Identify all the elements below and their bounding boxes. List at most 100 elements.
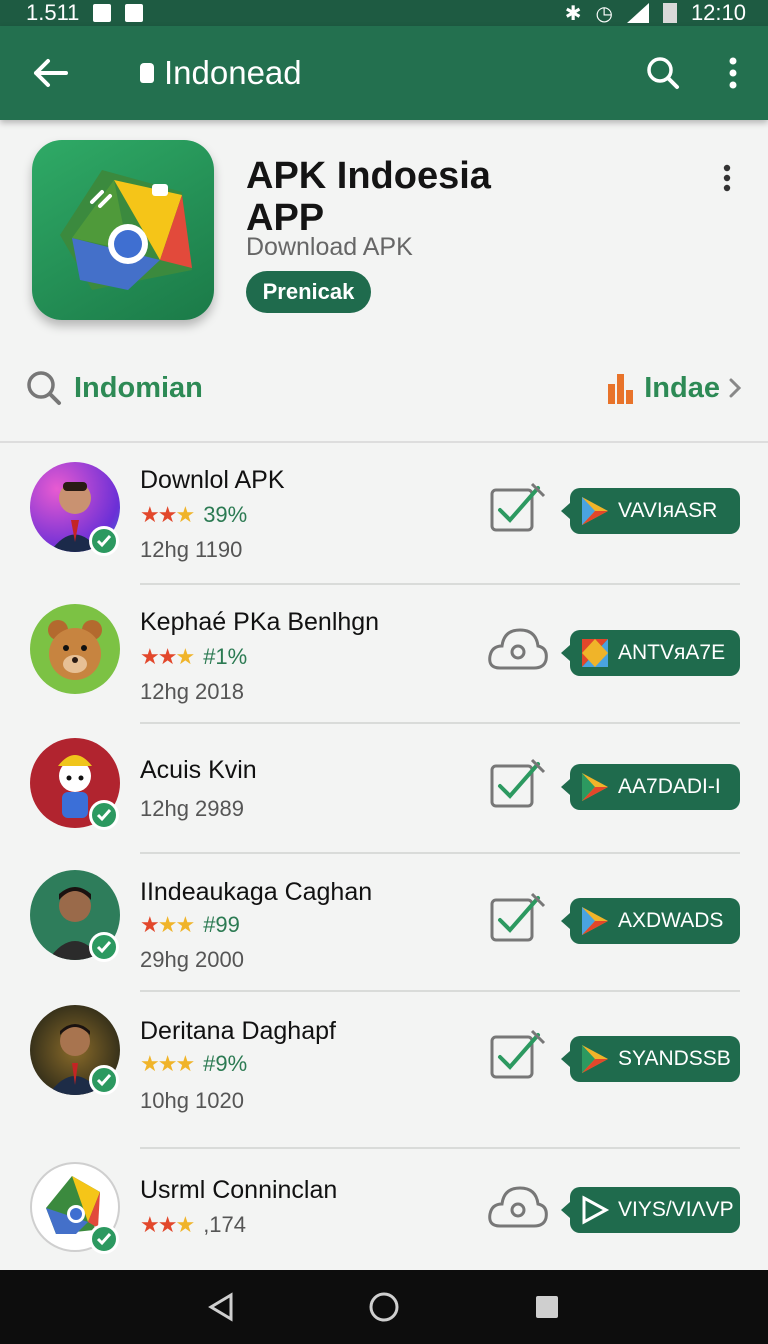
install-button[interactable]: ANTVᴙA7E: [561, 630, 740, 676]
item-name: Kephaé PKa Benlhgn: [140, 608, 380, 636]
row-divider: [140, 852, 740, 854]
install-label: AXDWADS: [618, 909, 724, 932]
app-name: APK Indoesia APP: [246, 155, 491, 239]
filter-label: Indae: [644, 371, 720, 404]
verified-badge-icon: [89, 800, 119, 830]
nav-home-button[interactable]: [354, 1277, 414, 1337]
item-name: Usrml Conninclan: [140, 1176, 338, 1204]
install-label: VAVIᴙASR: [618, 499, 718, 522]
item-name: IIndeaukaga Caghan: [140, 878, 373, 906]
system-nav-bar: [0, 1270, 768, 1344]
colorful-logo-icon: [582, 639, 608, 667]
list-item[interactable]: Usrml Conninclan ★★★ ,174 VIYS/VIɅVP: [0, 1162, 768, 1258]
list-item[interactable]: Deritana Daghapf ★★★ #9% 10hg 1020 SYANDS…: [0, 1005, 768, 1149]
row-divider: [140, 1147, 740, 1149]
item-meta: 12hg 1190: [140, 537, 243, 562]
alarm-icon: ◷: [595, 2, 613, 25]
list-item[interactable]: Downlol APK ★★★ 39% 12hg 1190 VAVIᴙASR: [0, 462, 768, 585]
square-recents-icon: [535, 1296, 558, 1318]
item-rating: ★★★ ,174: [140, 1212, 247, 1237]
install-label: ANTVᴙA7E: [618, 641, 726, 664]
stars-icon: ★★★: [140, 912, 195, 937]
item-meta: 10hg 1020: [140, 1088, 244, 1113]
battery-icon: [662, 3, 677, 23]
verified-badge-icon: [89, 932, 119, 962]
install-button[interactable]: SYANDSSB: [561, 1036, 740, 1082]
install-button[interactable]: AXDWADS: [561, 898, 740, 944]
item-rating: ★★★ #99: [140, 912, 240, 937]
item-rating: ★★★ #1%: [140, 644, 248, 669]
filter-link[interactable]: Indae: [606, 370, 742, 406]
play-store-icon: [582, 1045, 608, 1073]
install-button[interactable]: AA7DADI-I: [561, 764, 740, 810]
more-vert-icon: [729, 57, 737, 89]
stars-icon: ★★★: [140, 1212, 195, 1237]
list-item[interactable]: IIndeaukaga Caghan ★★★ #99 29hg 2000 AXDW…: [0, 870, 768, 992]
item-rating: ★★★ 39%: [140, 502, 248, 527]
verified-badge-icon: [89, 1224, 119, 1254]
cloud-icon[interactable]: [486, 1180, 550, 1236]
nav-recents-button[interactable]: [517, 1277, 577, 1337]
play-store-icon: [582, 773, 608, 801]
play-store-icon: [582, 907, 608, 935]
search-row: Indomian Indae: [0, 355, 768, 421]
play-store-icon: [582, 497, 608, 525]
checkbox-icon[interactable]: [486, 890, 550, 946]
list-item[interactable]: Kephaé PKa Benlhgn ★★★ #1% 12hg 2018 ANTV…: [0, 604, 768, 724]
cloud-icon[interactable]: [486, 622, 550, 678]
row-divider: [140, 990, 740, 992]
row-divider: [140, 583, 740, 585]
list-item[interactable]: Acuis Kvin 12hg 2989 AA7DADI-I: [0, 738, 768, 854]
search-field[interactable]: Indomian: [26, 370, 203, 406]
install-button[interactable]: VIYS/VIɅVP: [561, 1187, 740, 1233]
circle-home-icon: [369, 1292, 399, 1322]
avatar: [30, 604, 120, 694]
item-meta: 12hg 2018: [140, 679, 244, 704]
item-meta: 29hg 2000: [140, 947, 244, 972]
back-button[interactable]: [0, 26, 100, 120]
install-label: VIYS/VIɅVP: [618, 1198, 734, 1221]
primary-action-button[interactable]: Prenicak: [246, 271, 371, 313]
app-logo-icon: [60, 170, 192, 290]
play-outline-icon: [582, 1195, 610, 1225]
checkbox-icon[interactable]: [486, 756, 550, 812]
checkbox-icon[interactable]: [486, 480, 550, 536]
item-meta: 12hg 2989: [140, 796, 244, 821]
app-subtitle: Download APK: [246, 233, 413, 261]
item-name: Downlol APK: [140, 466, 285, 494]
notification-icon: [93, 4, 112, 22]
app-bar-title: Indonead: [164, 54, 302, 91]
search-button[interactable]: [628, 26, 698, 120]
item-name: Deritana Daghapf: [140, 1017, 336, 1045]
status-time-right: 12:10: [690, 0, 746, 25]
search-icon: [647, 57, 679, 89]
stars-icon: ★★★: [140, 502, 195, 527]
stars-icon: ★★★: [140, 1051, 195, 1076]
section-divider: [0, 441, 768, 443]
chevron-right-icon: [729, 378, 742, 398]
search-query: Indomian: [74, 371, 203, 404]
stars-icon: ★★★: [140, 644, 195, 669]
status-bar: 1.511 ✱ ◷ 12:10: [0, 0, 768, 26]
overflow-menu-button[interactable]: [698, 26, 768, 120]
nav-back-button[interactable]: [191, 1277, 251, 1337]
signal-icon: [626, 3, 649, 23]
status-time-left: 1.511: [26, 0, 80, 25]
app-logo: [32, 140, 214, 320]
install-label: AA7DADI-I: [618, 775, 721, 798]
triangle-back-icon: [208, 1292, 233, 1322]
app-bar: Indonead: [0, 26, 768, 120]
checkbox-icon[interactable]: [486, 1027, 550, 1083]
item-rating: ★★★ #9%: [140, 1051, 248, 1076]
more-vert-icon: [723, 164, 731, 192]
lock-icon: [140, 63, 154, 83]
bluetooth-icon: ✱: [564, 2, 582, 25]
arrow-left-icon: [34, 59, 68, 87]
verified-badge-icon: [89, 1065, 119, 1095]
search-icon: [27, 371, 61, 405]
app-more-button[interactable]: [712, 158, 742, 198]
install-button[interactable]: VAVIᴙASR: [561, 488, 740, 534]
download-icon: [125, 4, 144, 22]
verified-badge-icon: [89, 526, 119, 556]
item-name: Acuis Kvin: [140, 756, 257, 784]
